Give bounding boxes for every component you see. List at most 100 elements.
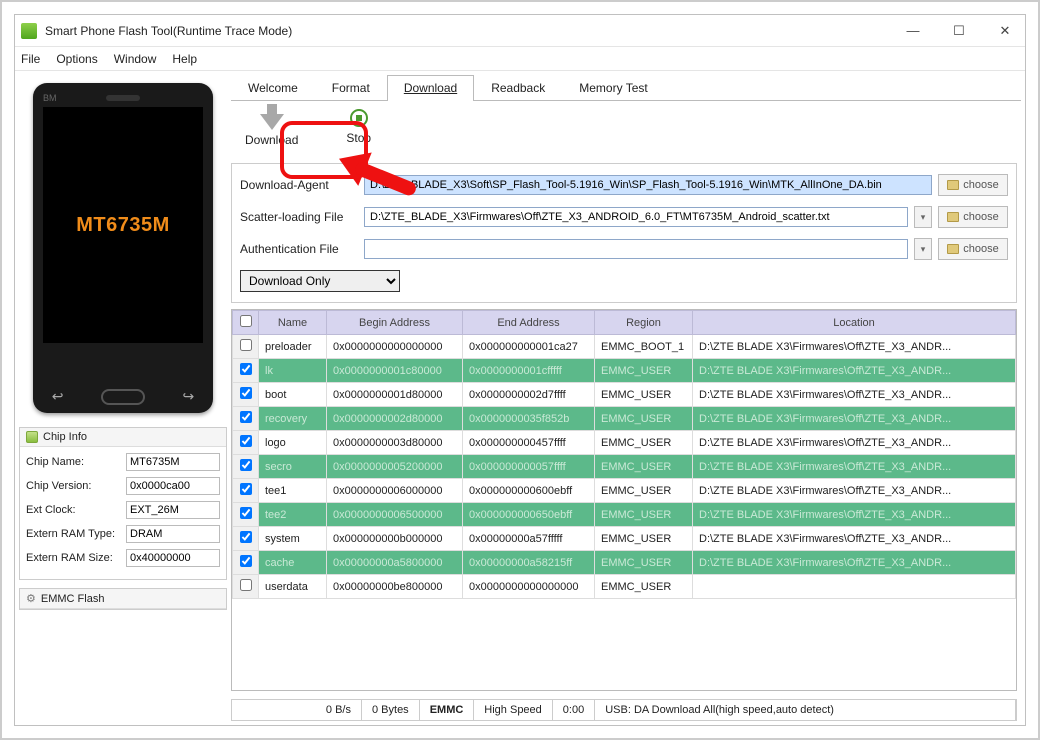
cell-location xyxy=(693,575,1016,599)
row-checkbox[interactable] xyxy=(240,411,252,423)
col-region[interactable]: Region xyxy=(595,311,693,335)
folder-icon xyxy=(947,244,959,254)
auth-label: Authentication File xyxy=(240,242,358,256)
table-row[interactable]: cache 0x00000000a5800000 0x00000000a5821… xyxy=(233,551,1016,575)
table-row[interactable]: system 0x000000000b000000 0x00000000a57f… xyxy=(233,527,1016,551)
scatter-dropdown[interactable]: ▾ xyxy=(914,206,932,228)
cell-name: preloader xyxy=(259,335,327,359)
tab-download[interactable]: Download xyxy=(387,75,474,101)
stop-button[interactable]: Stop xyxy=(346,109,371,145)
cell-location: D:\ZTE BLADE X3\Firmwares\Off\ZTE_X3_AND… xyxy=(693,431,1016,455)
chip-info-value[interactable] xyxy=(126,501,220,519)
download-label: Download xyxy=(245,133,298,147)
da-input[interactable] xyxy=(364,175,932,195)
cell-location: D:\ZTE BLADE X3\Firmwares\Off\ZTE_X3_AND… xyxy=(693,407,1016,431)
chip-info-value[interactable] xyxy=(126,453,220,471)
cell-name: cache xyxy=(259,551,327,575)
tab-memory-test[interactable]: Memory Test xyxy=(562,75,664,101)
phone-screen: MT6735M xyxy=(43,107,203,343)
table-row[interactable]: recovery 0x0000000002d80000 0x0000000035… xyxy=(233,407,1016,431)
chip-info-label: Chip Version: xyxy=(26,480,126,492)
auth-input[interactable] xyxy=(364,239,908,259)
back-icon: ↩ xyxy=(52,388,64,405)
partition-table: Name Begin Address End Address Region Lo… xyxy=(231,309,1017,691)
row-checkbox[interactable] xyxy=(240,531,252,543)
col-begin[interactable]: Begin Address xyxy=(327,311,463,335)
status-bar: 0 B/s 0 Bytes EMMC High Speed 0:00 USB: … xyxy=(231,699,1017,721)
tab-format[interactable]: Format xyxy=(315,75,387,101)
table-row[interactable]: tee1 0x0000000006000000 0x000000000600eb… xyxy=(233,479,1016,503)
row-checkbox[interactable] xyxy=(240,483,252,495)
scatter-label: Scatter-loading File xyxy=(240,210,358,224)
gear-icon xyxy=(26,592,36,605)
tab-readback[interactable]: Readback xyxy=(474,75,562,101)
row-checkbox[interactable] xyxy=(240,435,252,447)
table-row[interactable]: secro 0x0000000005200000 0x000000000057f… xyxy=(233,455,1016,479)
table-row[interactable]: userdata 0x00000000be800000 0x0000000000… xyxy=(233,575,1016,599)
table-row[interactable]: preloader 0x0000000000000000 0x000000000… xyxy=(233,335,1016,359)
table-row[interactable]: logo 0x0000000003d80000 0x000000000457ff… xyxy=(233,431,1016,455)
row-checkbox[interactable] xyxy=(240,339,252,351)
cell-region: EMMC_BOOT_1 xyxy=(595,335,693,359)
download-button[interactable]: Download xyxy=(245,107,298,147)
chip-info-value[interactable] xyxy=(126,525,220,543)
auth-choose-button[interactable]: choose xyxy=(938,238,1008,260)
chip-info-value[interactable] xyxy=(126,549,220,567)
cell-begin: 0x000000000b000000 xyxy=(327,527,463,551)
cell-end: 0x0000000002d7ffff xyxy=(463,383,595,407)
select-all-checkbox[interactable] xyxy=(240,315,252,327)
scatter-input[interactable] xyxy=(364,207,908,227)
row-checkbox[interactable] xyxy=(240,459,252,471)
stop-label: Stop xyxy=(346,131,371,145)
cell-end: 0x000000000457ffff xyxy=(463,431,595,455)
da-choose-button[interactable]: choose xyxy=(938,174,1008,196)
phone-speaker xyxy=(106,95,140,101)
minimize-button[interactable]: — xyxy=(899,23,927,39)
cell-end: 0x000000000001ca27 xyxy=(463,335,595,359)
cell-end: 0x00000000a58215ff xyxy=(463,551,595,575)
row-checkbox[interactable] xyxy=(240,507,252,519)
chip-info-panel: Chip Info Chip Name:Chip Version:Ext Clo… xyxy=(19,427,227,580)
cell-region: EMMC_USER xyxy=(595,527,693,551)
chip-info-value[interactable] xyxy=(126,477,220,495)
cell-end: 0x000000000057ffff xyxy=(463,455,595,479)
close-button[interactable]: ✕ xyxy=(991,23,1019,39)
chip-info-label: Extern RAM Size: xyxy=(26,552,126,564)
cell-region: EMMC_USER xyxy=(595,383,693,407)
row-checkbox[interactable] xyxy=(240,363,252,375)
cell-location: D:\ZTE BLADE X3\Firmwares\Off\ZTE_X3_AND… xyxy=(693,383,1016,407)
row-checkbox[interactable] xyxy=(240,387,252,399)
menu-window[interactable]: Window xyxy=(114,52,157,66)
status-time: 0:00 xyxy=(553,700,595,720)
cell-region: EMMC_USER xyxy=(595,479,693,503)
table-row[interactable]: lk 0x0000000001c80000 0x0000000001cfffff… xyxy=(233,359,1016,383)
maximize-button[interactable]: ☐ xyxy=(945,23,973,39)
cell-begin: 0x00000000be800000 xyxy=(327,575,463,599)
mode-select[interactable]: Download Only xyxy=(240,270,400,292)
table-row[interactable]: boot 0x0000000001d80000 0x0000000002d7ff… xyxy=(233,383,1016,407)
cell-end: 0x00000000a57fffff xyxy=(463,527,595,551)
right-panel: Welcome Format Download Readback Memory … xyxy=(231,71,1025,725)
cell-name: lk xyxy=(259,359,327,383)
menu-options[interactable]: Options xyxy=(56,52,97,66)
emmc-header: EMMC Flash xyxy=(41,593,105,605)
menu-file[interactable]: File xyxy=(21,52,40,66)
chip-icon xyxy=(26,431,38,443)
cell-region: EMMC_USER xyxy=(595,575,693,599)
da-label: Download-Agent xyxy=(240,178,358,192)
cell-name: secro xyxy=(259,455,327,479)
scatter-choose-button[interactable]: choose xyxy=(938,206,1008,228)
row-checkbox[interactable] xyxy=(240,555,252,567)
col-end[interactable]: End Address xyxy=(463,311,595,335)
home-icon xyxy=(101,389,145,405)
tab-welcome[interactable]: Welcome xyxy=(231,75,315,101)
row-checkbox[interactable] xyxy=(240,579,252,591)
table-row[interactable]: tee2 0x0000000006500000 0x000000000650eb… xyxy=(233,503,1016,527)
titlebar: Smart Phone Flash Tool(Runtime Trace Mod… xyxy=(15,15,1025,47)
col-location[interactable]: Location xyxy=(693,311,1016,335)
cell-begin: 0x0000000001d80000 xyxy=(327,383,463,407)
menu-help[interactable]: Help xyxy=(172,52,197,66)
auth-dropdown[interactable]: ▾ xyxy=(914,238,932,260)
cell-region: EMMC_USER xyxy=(595,503,693,527)
col-name[interactable]: Name xyxy=(259,311,327,335)
